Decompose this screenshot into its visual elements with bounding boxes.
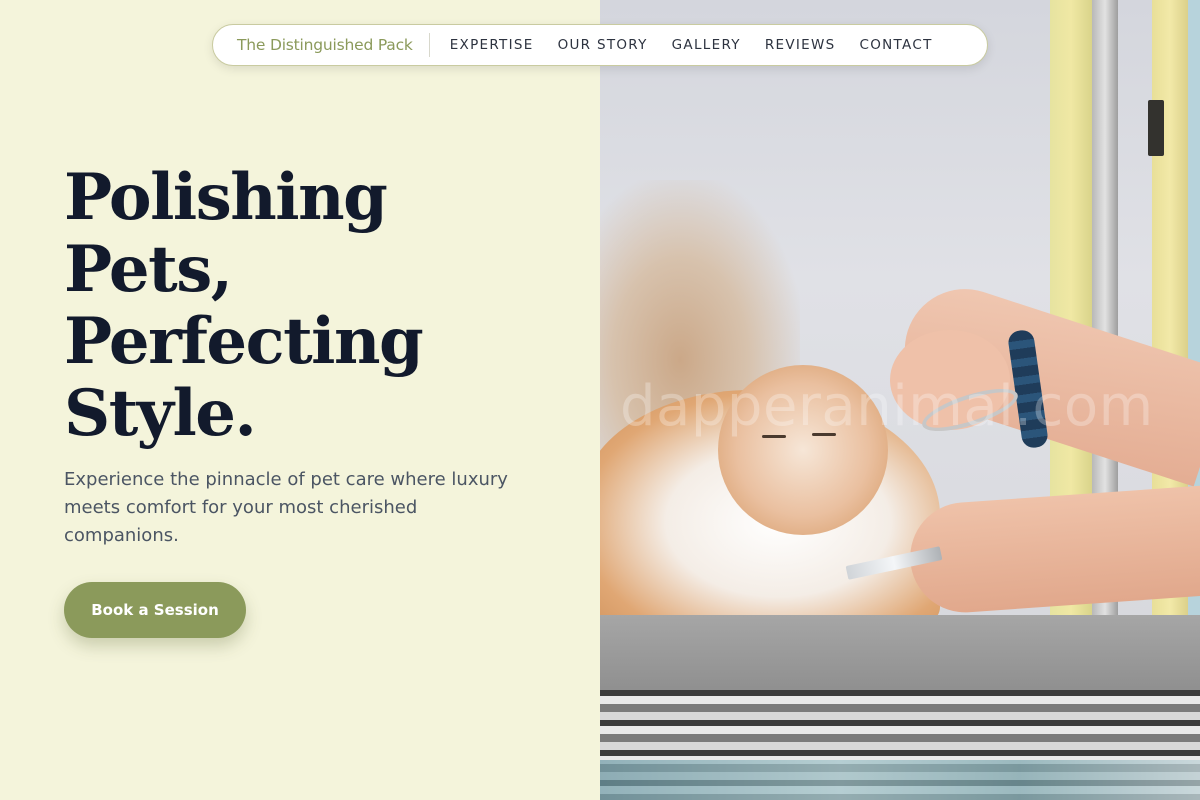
- hero-subtitle: Experience the pinnacle of pet care wher…: [64, 469, 508, 546]
- headline-line: Polishing: [64, 160, 388, 235]
- top-nav: The Distinguished Pack EXPERTISE OUR STO…: [212, 24, 988, 66]
- hero-left-panel: Polishing Pets, Perfecting Style. Experi…: [0, 0, 600, 800]
- headline-line: Style.: [64, 376, 257, 451]
- image-watermark: dapperanimal.com: [620, 374, 1154, 439]
- hero-image: dapperanimal.com: [600, 0, 1200, 800]
- groomer-lower-arm: [906, 483, 1200, 617]
- nav-link-contact[interactable]: CONTACT: [848, 24, 945, 66]
- headline-line: Perfecting: [64, 304, 424, 379]
- nav-links: EXPERTISE OUR STORY GALLERY REVIEWS CONT…: [430, 24, 945, 66]
- book-session-button[interactable]: Book a Session: [64, 582, 246, 638]
- nav-link-gallery[interactable]: GALLERY: [660, 24, 753, 66]
- nav-link-reviews[interactable]: REVIEWS: [753, 24, 848, 66]
- brand-logo[interactable]: The Distinguished Pack: [213, 33, 430, 57]
- photo-latch: [1148, 100, 1164, 156]
- nav-link-expertise[interactable]: EXPERTISE: [438, 24, 546, 66]
- nav-link-our-story[interactable]: OUR STORY: [546, 24, 660, 66]
- headline-line: Pets,: [64, 232, 233, 307]
- floor: [600, 760, 1200, 800]
- hero-headline: Polishing Pets, Perfecting Style.: [64, 162, 564, 450]
